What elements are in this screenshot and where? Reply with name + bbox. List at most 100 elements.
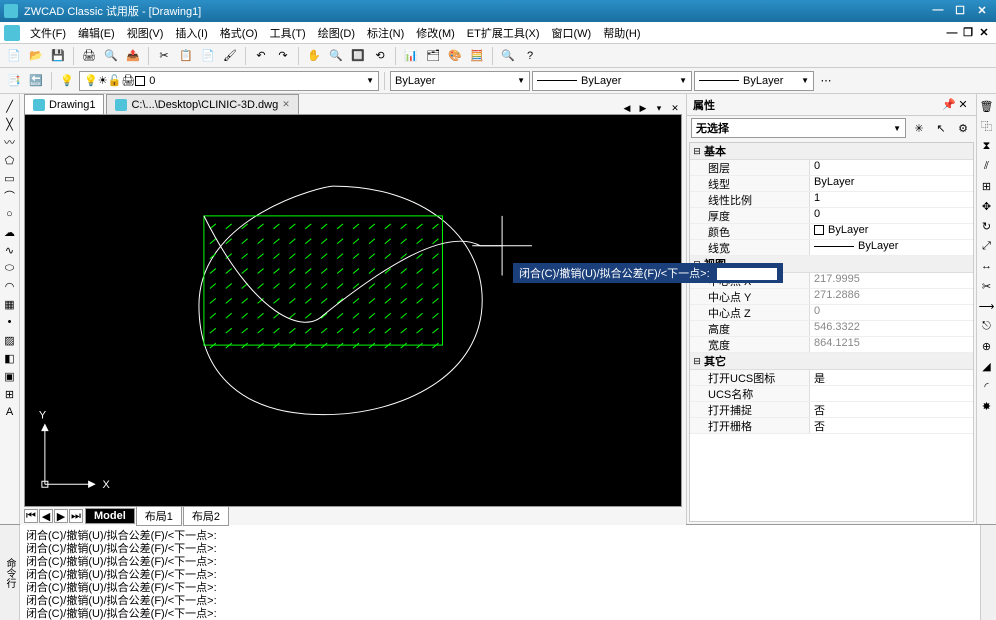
- scale-tool[interactable]: ⤢: [979, 238, 995, 254]
- menu-view[interactable]: 视图(V): [121, 23, 170, 43]
- menu-window[interactable]: 窗口(W): [546, 23, 598, 43]
- layout-first-button[interactable]: ⏮: [24, 509, 38, 523]
- layer-prev-button[interactable]: 🔙: [26, 71, 46, 91]
- join-tool[interactable]: ⊕: [979, 338, 995, 354]
- zoom-rt-button[interactable]: 🔍: [326, 46, 346, 66]
- new-button[interactable]: 📄: [4, 46, 24, 66]
- move-tool[interactable]: ✥: [979, 198, 995, 214]
- explode-tool[interactable]: ✸: [979, 398, 995, 414]
- copy-button[interactable]: 📋: [176, 46, 196, 66]
- menu-insert[interactable]: 插入(I): [169, 23, 213, 43]
- pline-tool[interactable]: 〰: [2, 134, 18, 150]
- menu-format[interactable]: 格式(O): [214, 23, 264, 43]
- color-combo[interactable]: ByLayer ▼: [532, 71, 692, 91]
- tab-close-button[interactable]: ✕: [668, 103, 682, 114]
- matchprop-button[interactable]: 🖌: [220, 46, 240, 66]
- prop-thickness-value[interactable]: 0: [810, 208, 973, 223]
- print-button[interactable]: 🖨: [79, 46, 99, 66]
- prop-ucsname-value[interactable]: [810, 386, 973, 401]
- select-objects-button[interactable]: ↖: [932, 119, 950, 137]
- rect-tool[interactable]: ▭: [2, 170, 18, 186]
- point-tool[interactable]: •: [2, 314, 18, 330]
- mirror-tool[interactable]: ⧗: [979, 138, 995, 154]
- copy-tool[interactable]: ⿻: [979, 118, 995, 134]
- layout-next-button[interactable]: ▶: [54, 509, 68, 523]
- tab-list-button[interactable]: ▾: [652, 103, 666, 114]
- fillet-tool[interactable]: ◜: [979, 378, 995, 394]
- command-scrollbar[interactable]: [980, 525, 996, 620]
- polygon-tool[interactable]: ⬠: [2, 152, 18, 168]
- menu-modify[interactable]: 修改(M): [410, 23, 461, 43]
- revcloud-tool[interactable]: ☁: [2, 224, 18, 240]
- quick-select-button[interactable]: ⚙: [954, 119, 972, 137]
- extend-tool[interactable]: ⟶: [979, 298, 995, 314]
- prop-layer-value[interactable]: 0: [810, 160, 973, 175]
- spline-tool[interactable]: ∿: [2, 242, 18, 258]
- doc-minimize-button[interactable]: —: [944, 27, 960, 39]
- break-tool[interactable]: ⎋: [979, 318, 995, 334]
- table-tool[interactable]: ⊞: [2, 386, 18, 402]
- doc-restore-button[interactable]: ❐: [960, 26, 976, 39]
- layout-prev-button[interactable]: ◀: [39, 509, 53, 523]
- xline-tool[interactable]: ╳: [2, 116, 18, 132]
- gradient-tool[interactable]: ◧: [2, 350, 18, 366]
- tab-close-icon[interactable]: ✕: [282, 99, 290, 110]
- publish-button[interactable]: 📤: [123, 46, 143, 66]
- calc-button[interactable]: 🧮: [467, 46, 487, 66]
- pan-button[interactable]: ✋: [304, 46, 324, 66]
- region-tool[interactable]: ▣: [2, 368, 18, 384]
- close-button[interactable]: ✕: [972, 4, 992, 18]
- layer-combo[interactable]: 💡 ☀ 🔓 🖨 0 ▼: [79, 71, 379, 91]
- props-button[interactable]: 📊: [401, 46, 421, 66]
- paste-button[interactable]: 📄: [198, 46, 218, 66]
- mtext-tool[interactable]: A: [2, 404, 18, 420]
- doc-close-button[interactable]: ✕: [976, 26, 992, 39]
- block-tool[interactable]: ▦: [2, 296, 18, 312]
- menu-file[interactable]: 文件(F): [24, 23, 72, 43]
- open-button[interactable]: 📂: [26, 46, 46, 66]
- tab-clinic3d[interactable]: C:\...\Desktop\CLINIC-3D.dwg ✕: [106, 94, 298, 114]
- group-basic[interactable]: ⊟基本: [690, 143, 973, 160]
- layer-state-button[interactable]: 💡: [57, 71, 77, 91]
- prop-snap-value[interactable]: 否: [810, 402, 973, 417]
- menu-help[interactable]: 帮助(H): [597, 23, 646, 43]
- offset-tool[interactable]: ⫽: [979, 158, 995, 174]
- linetype-combo[interactable]: ByLayer ▼: [390, 71, 530, 91]
- prop-lineweight-value[interactable]: ByLayer: [810, 240, 973, 255]
- linetype-list-button[interactable]: ⋯: [816, 71, 836, 91]
- maximize-button[interactable]: ☐: [950, 4, 970, 18]
- model-tab[interactable]: Model: [85, 508, 135, 524]
- ellipse-arc-tool[interactable]: ◠: [2, 278, 18, 294]
- layer-manager-button[interactable]: 📑: [4, 71, 24, 91]
- line-tool[interactable]: ╱: [2, 98, 18, 114]
- save-button[interactable]: 💾: [48, 46, 68, 66]
- menu-edit[interactable]: 编辑(E): [72, 23, 121, 43]
- panel-close-icon[interactable]: ✕: [956, 98, 970, 111]
- layout2-tab[interactable]: 布局2: [183, 506, 229, 526]
- menu-et[interactable]: ET扩展工具(X): [461, 23, 546, 43]
- layout-last-button[interactable]: ⏭: [69, 509, 83, 523]
- menu-tools[interactable]: 工具(T): [264, 23, 312, 43]
- help-button[interactable]: ?: [520, 46, 540, 66]
- circle-tool[interactable]: ○: [2, 206, 18, 222]
- redo-button[interactable]: ↷: [273, 46, 293, 66]
- prop-linetype-value[interactable]: ByLayer: [810, 176, 973, 191]
- tab-drawing1[interactable]: Drawing1: [24, 94, 104, 114]
- zoom-win-button[interactable]: 🔲: [348, 46, 368, 66]
- arc-tool[interactable]: ⌒: [2, 188, 18, 204]
- stretch-tool[interactable]: ↔: [979, 258, 995, 274]
- prop-ucsicon-value[interactable]: 是: [810, 370, 973, 385]
- minimize-button[interactable]: —: [928, 4, 948, 18]
- selection-combo[interactable]: 无选择 ▼: [691, 118, 906, 138]
- array-tool[interactable]: ⊞: [979, 178, 995, 194]
- chamfer-tool[interactable]: ◢: [979, 358, 995, 374]
- group-misc[interactable]: ⊟其它: [690, 353, 973, 370]
- tab-prev-button[interactable]: ◀: [620, 103, 634, 114]
- tab-next-button[interactable]: ▶: [636, 103, 650, 114]
- zoom-prev-button[interactable]: ⟲: [370, 46, 390, 66]
- preview-button[interactable]: 🔍: [101, 46, 121, 66]
- hatch-tool[interactable]: ▨: [2, 332, 18, 348]
- pin-icon[interactable]: 📌: [942, 98, 956, 111]
- tool-palettes-button[interactable]: 🎨: [445, 46, 465, 66]
- search-button[interactable]: 🔍: [498, 46, 518, 66]
